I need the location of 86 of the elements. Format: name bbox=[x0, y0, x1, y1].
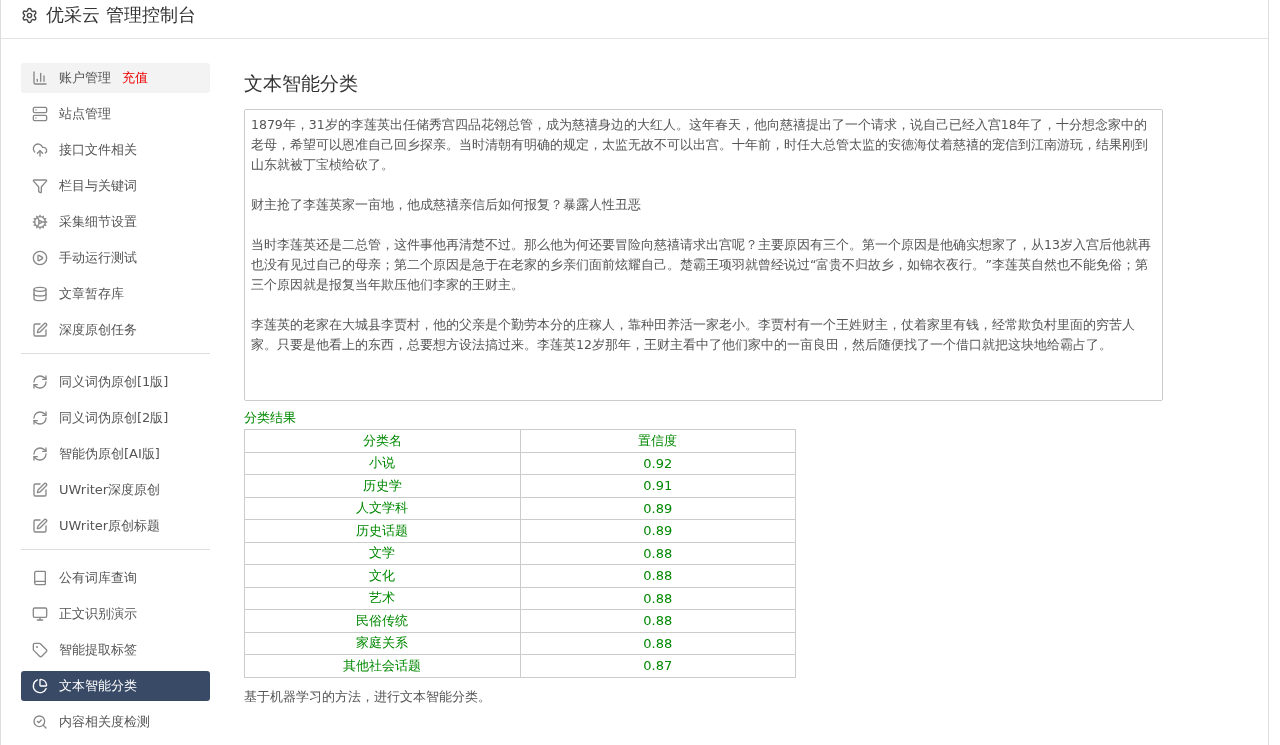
sidebar-item[interactable]: 栏目与关键词 bbox=[21, 171, 210, 201]
server-icon bbox=[32, 106, 48, 122]
page-title: 文本智能分类 bbox=[244, 71, 359, 96]
table-cell: 人文学科 bbox=[244, 497, 520, 520]
item-label: 采集细节设置 bbox=[59, 213, 137, 231]
table-cell: 小说 bbox=[244, 452, 520, 475]
table-cell: 其他社会话题 bbox=[244, 654, 520, 677]
filter-icon bbox=[32, 178, 48, 194]
table-cell: 民俗传统 bbox=[244, 609, 520, 632]
sidebar-item[interactable]: 正文识别演示 bbox=[21, 599, 210, 629]
table-cell: 0.88 bbox=[520, 564, 796, 587]
sidebar-item[interactable]: 智能伪原创[AI版] bbox=[21, 439, 210, 469]
table-cell: 历史学 bbox=[244, 474, 520, 497]
table-cell: 0.88 bbox=[520, 542, 796, 565]
item-label: 文本智能分类 bbox=[59, 677, 137, 695]
description-text: 基于机器学习的方法，进行文本智能分类。 bbox=[244, 687, 491, 706]
table-cell: 文学 bbox=[244, 542, 520, 565]
item-label: 账户管理 bbox=[59, 69, 111, 87]
table-cell: 0.89 bbox=[520, 519, 796, 542]
sidebar-item[interactable]: 接口文件相关 bbox=[21, 135, 210, 165]
table-cell: 艺术 bbox=[244, 587, 520, 610]
table-cell: 0.88 bbox=[520, 609, 796, 632]
sidebar-item[interactable]: 智能提取标签 bbox=[21, 635, 210, 665]
paragraph: 当时李莲英还是二总管，这件事他再清楚不过。那么他为何还要冒险向慈禧请求出宫呢？主要原因有三个。第一个原因是他确实想家了，从13岁入宫后他就再也没有见过自己的母亲；第二个原因是急于在老家的乡亲们面前炫耀自己。楚霸王项羽就曾经说过“富贵不归故乡，如锦衣夜行。”李莲英自然也不能免俗；第三个原因就是报复当年欺压他们李家的王财主。 bbox=[251, 236, 1152, 294]
item-label: 接口文件相关 bbox=[59, 141, 137, 159]
database-icon bbox=[32, 286, 48, 302]
tag-icon bbox=[32, 642, 48, 658]
item-label: UWriter原创标题 bbox=[59, 517, 161, 535]
table-cell: 家庭关系 bbox=[244, 632, 520, 655]
item-label: UWriter深度原创 bbox=[59, 481, 161, 499]
item-label: 手动运行测试 bbox=[59, 249, 137, 267]
item-label: 站点管理 bbox=[59, 105, 111, 123]
item-label: 内容相关度检测 bbox=[59, 713, 150, 731]
sidebar-item[interactable]: 文本智能分类 bbox=[21, 671, 210, 701]
sidebar-item[interactable]: 同义词伪原创[1版] bbox=[21, 367, 210, 397]
sidebar-item[interactable]: 账户管理 充值 bbox=[21, 63, 210, 93]
table-cell: 0.88 bbox=[520, 587, 796, 610]
item-label: 文章暂存库 bbox=[59, 285, 124, 303]
item-label: 智能提取标签 bbox=[59, 641, 137, 659]
book-icon bbox=[32, 570, 48, 586]
recharge-link[interactable]: 充值 bbox=[122, 69, 148, 87]
sidebar-item[interactable]: 手动运行测试 bbox=[21, 243, 210, 273]
paragraph: 1879年，31岁的李莲英出任储秀宫四品花翎总管，成为慈禧身边的大红人。这年春天，他向慈禧提出了一个请求，说自己已经入宫18年了，十分想念家中的老母，希望可以恩准自己回乡探亲。当时清朝有明确的规定，太监无故不可以出宫。十年前，时任大总管太监的安德海仗着慈禧的宠信到江南游玩，结果刚到山东就被丁宝桢给砍了。 bbox=[251, 116, 1149, 174]
bar-chart-icon bbox=[32, 70, 48, 86]
sidebar-item[interactable]: 采集细节设置 bbox=[21, 207, 210, 237]
edit-icon bbox=[32, 518, 48, 534]
table-cell: 0.89 bbox=[520, 497, 796, 520]
sidebar-item[interactable]: UWriter深度原创 bbox=[21, 475, 210, 505]
search-icon bbox=[32, 714, 48, 730]
edit-icon bbox=[32, 322, 48, 338]
table-cell: 历史话题 bbox=[244, 519, 520, 542]
table-cell: 0.87 bbox=[520, 654, 796, 677]
item-label: 同义词伪原创[2版] bbox=[59, 409, 169, 427]
paragraph: 李莲英的老家在大城县李贾村，他的父亲是个勤劳本分的庄稼人，靠种田养活一家老小。李贾村有一个王姓财主，仗着家里有钱，经常欺负村里面的穷苦人家。只要是他看上的东西，总要想方设法搞过来。李莲英12岁那年，王财主看中了他们家中的一亩良田，然后随便找了一个借口就把这块地给霸占了。 bbox=[251, 316, 1136, 354]
result-label: 分类结果 bbox=[244, 409, 296, 427]
sidebar-item[interactable]: 文章暂存库 bbox=[21, 279, 210, 309]
item-label: 栏目与关键词 bbox=[59, 177, 137, 195]
settings-icon bbox=[21, 7, 38, 24]
sidebar-item[interactable]: UWriter原创标题 bbox=[21, 511, 210, 541]
table-cell: 0.91 bbox=[520, 474, 796, 497]
table-cell: 0.92 bbox=[520, 452, 796, 475]
play-icon bbox=[32, 250, 48, 266]
sidebar-item[interactable]: 公有词库查询 bbox=[21, 563, 210, 593]
column-header: 分类名 bbox=[244, 429, 520, 452]
table-cell: 文化 bbox=[244, 564, 520, 587]
sidebar-item[interactable]: 内容相关度检测 bbox=[21, 707, 210, 737]
text-input[interactable] bbox=[244, 109, 1163, 401]
pie-chart-icon bbox=[32, 678, 48, 694]
refresh-icon bbox=[32, 446, 48, 462]
refresh-icon bbox=[32, 374, 48, 390]
sidebar-item[interactable]: 同义词伪原创[2版] bbox=[21, 403, 210, 433]
sidebar-item[interactable]: 深度原创任务 bbox=[21, 315, 210, 345]
paragraph: 财主抢了李莲英家一亩地，他成慈禧亲信后如何报复？暴露人性丑恶 bbox=[251, 196, 642, 214]
column-header: 置信度 bbox=[520, 429, 796, 452]
console-title: 优采云 管理控制台 bbox=[46, 4, 196, 26]
edit-icon bbox=[32, 482, 48, 498]
refresh-icon bbox=[32, 410, 48, 426]
item-label: 公有词库查询 bbox=[59, 569, 137, 587]
cloud-upload-icon bbox=[32, 142, 48, 158]
item-label: 智能伪原创[AI版] bbox=[59, 445, 160, 463]
item-label: 正文识别演示 bbox=[59, 605, 137, 623]
item-label: 同义词伪原创[1版] bbox=[59, 373, 169, 391]
sidebar-item[interactable]: 站点管理 bbox=[21, 99, 210, 129]
monitor-icon bbox=[32, 606, 48, 622]
table-cell: 0.88 bbox=[520, 632, 796, 655]
item-label: 深度原创任务 bbox=[59, 321, 137, 339]
